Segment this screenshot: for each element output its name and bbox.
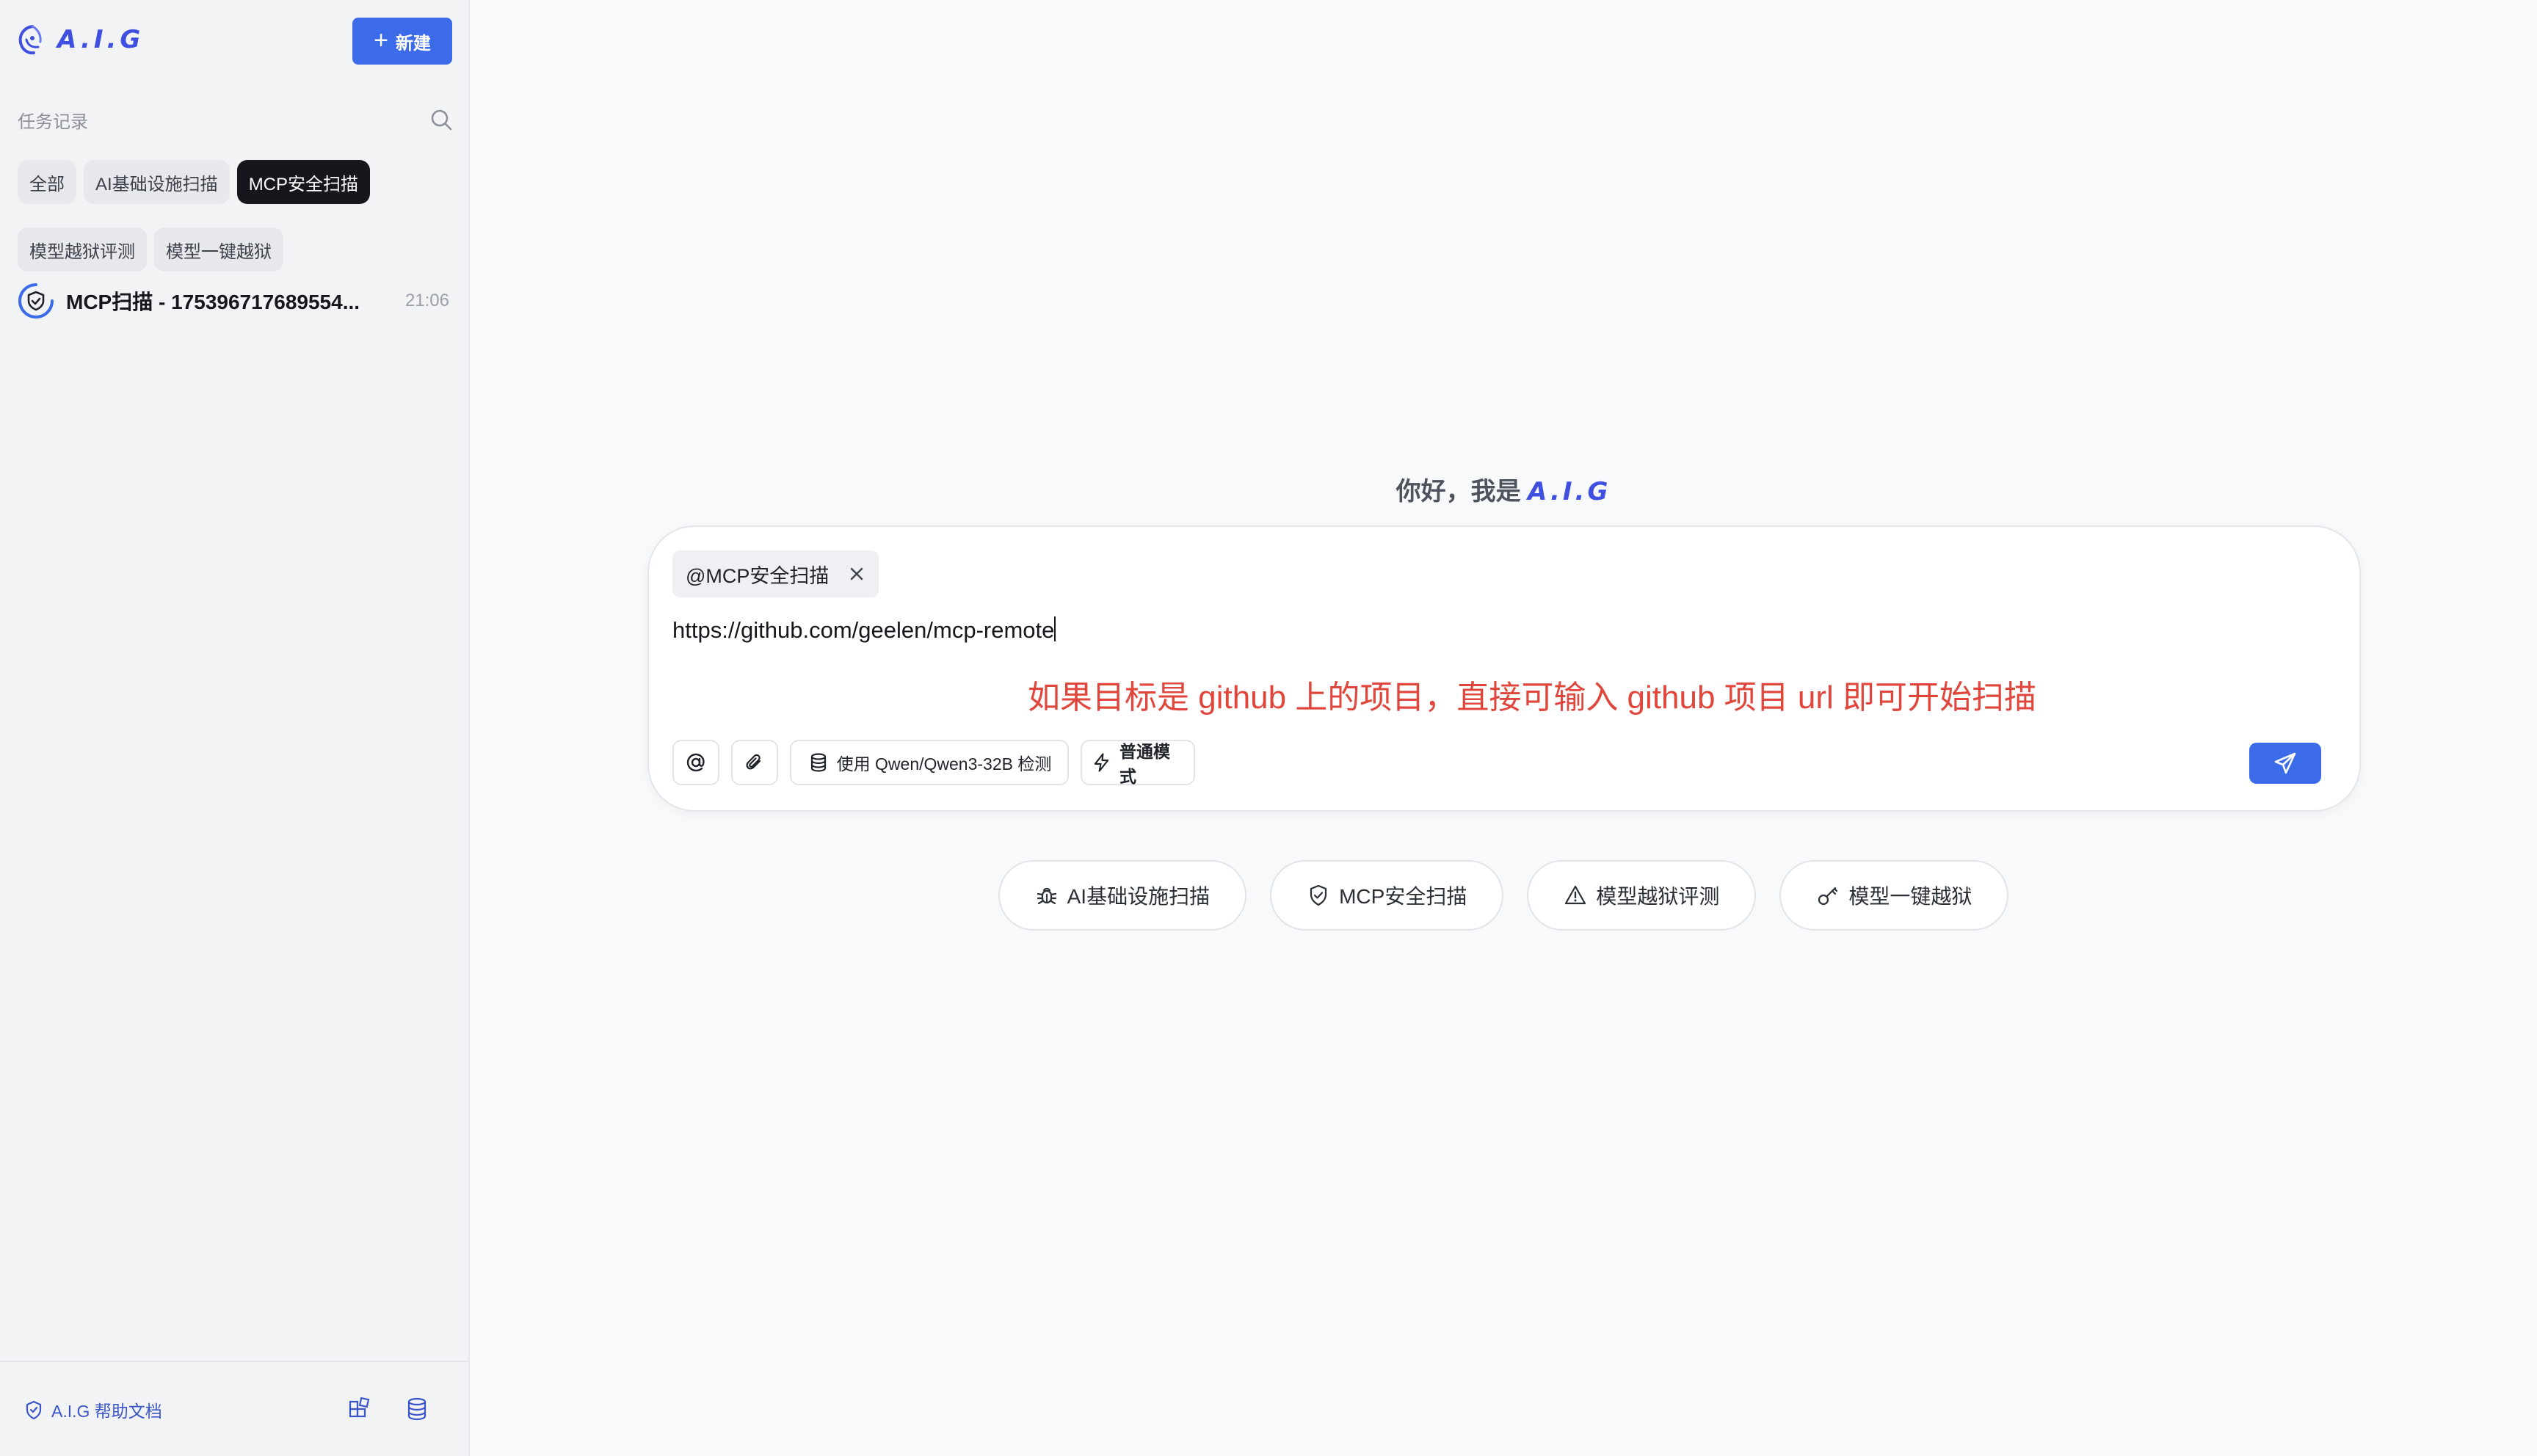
shield-icon: [26, 1400, 42, 1420]
greeting-prefix: 你好，我是: [1395, 478, 1521, 506]
model-select-label: 使用 Qwen/Qwen3-32B 检测: [836, 754, 1052, 774]
app-root: A.I.G + 新建 任务记录 全部 AI基础设施扫描 MCP安全扫描 模型越狱…: [0, 0, 2537, 1456]
mode-toggle-button[interactable]: 普通模式: [1081, 740, 1195, 786]
mode-label: 普通模式: [1119, 742, 1171, 786]
close-icon[interactable]: [848, 565, 865, 583]
aig-logo-icon: [18, 25, 42, 55]
filter-chip-jailbreak-eval[interactable]: 模型越狱评测: [18, 228, 147, 272]
task-title: MCP扫描 - 175396717689554...: [66, 291, 360, 313]
task-history-label: 任务记录: [18, 112, 88, 132]
filter-chip-mcp-scan[interactable]: MCP安全扫描: [236, 160, 371, 204]
quick-action-mcp-scan[interactable]: MCP安全扫描: [1270, 860, 1504, 931]
model-select-button[interactable]: 使用 Qwen/Qwen3-32B 检测: [790, 740, 1069, 785]
attach-button[interactable]: [731, 740, 778, 785]
quick-action-jailbreak-eval[interactable]: 模型越狱评测: [1527, 860, 1757, 931]
paperclip-icon: [746, 754, 761, 770]
filter-chip-all[interactable]: 全部: [18, 160, 76, 204]
mention-tag[interactable]: @MCP安全扫描: [672, 550, 879, 597]
main-area: 你好，我是 A.I.G @MCP安全扫描 https://github.com/…: [470, 0, 2537, 1456]
new-task-label: 新建: [395, 33, 431, 54]
lightning-icon: [1094, 753, 1109, 772]
composer-toolbar: 使用 Qwen/Qwen3-32B 检测 普通模式: [672, 740, 1195, 786]
chat-composer: @MCP安全扫描 https://github.com/geelen/mcp-r…: [647, 525, 2361, 812]
database-icon[interactable]: [404, 1396, 430, 1422]
greeting-brand: A.I.G: [1528, 477, 1611, 506]
filter-chip-ai-infra-scan[interactable]: AI基础设施扫描: [84, 160, 230, 204]
quick-action-label: MCP安全扫描: [1339, 885, 1467, 908]
prompt-input-value: https://github.com/geelen/mcp-remote: [672, 617, 1055, 643]
brand[interactable]: A.I.G: [16, 23, 144, 56]
prompt-input[interactable]: https://github.com/geelen/mcp-remote: [672, 616, 1056, 644]
greeting: 你好，我是 A.I.G: [470, 471, 2537, 507]
quick-action-label: AI基础设施扫描: [1067, 885, 1211, 908]
quick-action-one-click-jailbreak[interactable]: 模型一键越狱: [1779, 860, 2009, 931]
quick-action-ai-infra-scan[interactable]: AI基础设施扫描: [998, 860, 1247, 931]
new-task-button[interactable]: + 新建: [352, 18, 452, 65]
send-icon: [2274, 752, 2296, 774]
task-filters: 全部 AI基础设施扫描 MCP安全扫描 模型越狱评测 模型一键越狱: [18, 160, 458, 272]
at-sign-icon: [686, 753, 705, 772]
brand-name: A.I.G: [57, 25, 145, 54]
quick-action-label: 模型一键越狱: [1848, 885, 1972, 908]
send-button[interactable]: [2249, 743, 2321, 784]
task-time: 21:06: [404, 291, 449, 310]
help-docs-link[interactable]: A.I.G 帮助文档: [23, 1397, 162, 1422]
sidebar: A.I.G + 新建 任务记录 全部 AI基础设施扫描 MCP安全扫描 模型越狱…: [0, 0, 470, 1456]
quick-action-label: 模型越狱评测: [1596, 885, 1720, 908]
plus-icon: +: [374, 26, 388, 54]
bug-icon: [1037, 887, 1056, 905]
sidebar-footer: A.I.G 帮助文档: [0, 1361, 470, 1456]
quick-actions: AI基础设施扫描 MCP安全扫描 模型越狱评测 模型一键越狱: [470, 860, 2537, 931]
filter-chip-one-click-jailbreak[interactable]: 模型一键越狱: [154, 228, 283, 272]
mention-button[interactable]: [672, 740, 719, 785]
database-icon: [810, 753, 826, 772]
plugins-icon[interactable]: [346, 1396, 373, 1422]
task-list-item[interactable]: MCP扫描 - 175396717689554... 21:06: [16, 282, 449, 320]
search-icon[interactable]: [429, 107, 454, 132]
mention-tag-label: @MCP安全扫描: [686, 564, 830, 587]
warning-icon: [1565, 885, 1586, 905]
key-icon: [1818, 887, 1838, 906]
shield-check-icon: [18, 283, 54, 318]
text-caret: [1054, 616, 1056, 641]
github-hint-text: 如果目标是 github 上的项目，直接可输入 github 项目 url 即可…: [1028, 680, 2037, 716]
help-docs-label: A.I.G 帮助文档: [51, 1402, 162, 1421]
shield-icon: [1310, 884, 1327, 906]
